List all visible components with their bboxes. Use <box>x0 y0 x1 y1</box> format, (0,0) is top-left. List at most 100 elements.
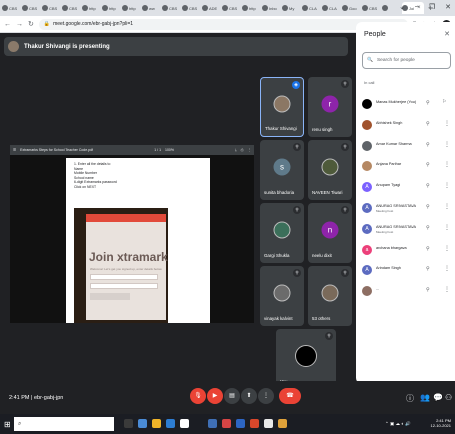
search-placeholder: Search for people <box>376 58 415 63</box>
task-view-icon[interactable] <box>124 419 133 428</box>
more-options-icon[interactable]: ⋮ <box>444 224 450 231</box>
browser-tab[interactable]: ww <box>142 2 161 14</box>
close-window-button[interactable]: ✕ <box>445 3 451 11</box>
browser-tab[interactable]: My <box>282 2 301 14</box>
participant-tile[interactable]: ◈ Thakur Shivangi <box>260 77 304 137</box>
taskbar-search-input[interactable]: ⌕ <box>14 417 114 431</box>
more-options-button[interactable]: ⋮ <box>258 388 274 404</box>
browser-tab[interactable]: ADE <box>202 2 221 14</box>
info-icon[interactable]: ⓘ <box>406 393 414 404</box>
mic-muted-icon[interactable]: ⚲ <box>426 121 430 127</box>
people-icon[interactable]: 👥 <box>420 393 430 402</box>
leave-call-button[interactable]: ☎ <box>279 388 301 404</box>
back-icon[interactable]: ← <box>4 21 11 28</box>
mic-muted-icon[interactable]: ⚲ <box>426 287 430 293</box>
more-options-icon[interactable]: ⋮ <box>444 141 450 148</box>
participant-tile[interactable]: s ⚲ sunita bhadoria <box>260 140 304 200</box>
participant-row[interactable]: a archana bhargava ⚲ ⋮ <box>356 241 455 262</box>
more-options-icon[interactable]: ⋮ <box>444 245 450 252</box>
forward-icon[interactable]: → <box>16 21 23 28</box>
participant-tile[interactable]: ⚲ 53 others <box>308 266 352 326</box>
browser-tab[interactable]: http <box>242 2 261 14</box>
browser-tab[interactable]: CBS <box>362 2 381 14</box>
pdf-reader-icon[interactable] <box>222 419 231 428</box>
edge-icon[interactable] <box>138 419 147 428</box>
word-icon[interactable] <box>236 419 245 428</box>
app2-icon[interactable] <box>278 419 287 428</box>
url-input[interactable]: 🔒 meet.google.com/ebr-gabj-jpn?pli=1 <box>38 18 408 30</box>
more-icon[interactable]: ⋮ <box>248 148 252 152</box>
mic-muted-icon[interactable]: ⚲ <box>426 225 430 231</box>
more-options-icon[interactable]: ⋮ <box>444 161 450 168</box>
more-options-icon[interactable]: ⋮ <box>444 265 450 272</box>
print-icon[interactable]: ⎙ <box>241 148 244 152</box>
mic-muted-icon[interactable]: ⚲ <box>426 246 430 252</box>
mic-muted-icon[interactable]: ⚲ <box>426 142 430 148</box>
participant-tile[interactable]: ⚲ vinayak kalvint <box>260 266 304 326</box>
browser-tab[interactable]: CBS <box>22 2 41 14</box>
captions-button[interactable]: ▤ <box>224 388 240 404</box>
more-options-icon[interactable]: ⋮ <box>444 120 450 127</box>
chat-icon[interactable]: 💬 <box>433 393 443 402</box>
participant-row[interactable]: ... ⚲ ⋮ <box>356 282 455 303</box>
file-explorer-icon[interactable] <box>152 419 161 428</box>
participant-tile[interactable]: ⚲You <box>276 329 336 389</box>
participant-row[interactable]: A ANURAG SRIVASTAVA Meeting host ⚲ ⋮ <box>356 199 455 220</box>
browser-tab[interactable]: CBS <box>182 2 201 14</box>
browser-tab[interactable]: CBS <box>42 2 61 14</box>
browser-tab[interactable]: http <box>82 2 101 14</box>
browser-tab[interactable]: Inbo <box>262 2 281 14</box>
more-options-icon[interactable]: ⋮ <box>444 182 450 189</box>
download-icon[interactable]: ⤓ <box>235 148 237 152</box>
participant-row[interactable]: Abhishek Singh ⚲ ⋮ <box>356 116 455 137</box>
participant-row[interactable]: A Arindam Singh ⚲ ⋮ <box>356 261 455 282</box>
camera-off-button[interactable]: ▶ <box>207 388 223 404</box>
pin-icon[interactable]: ⚐ <box>442 99 446 105</box>
lock-icon: 🔒 <box>43 21 51 27</box>
browser-tab[interactable]: Goo <box>342 2 361 14</box>
more-options-icon[interactable]: ⋮ <box>444 286 450 293</box>
mail-icon[interactable] <box>180 419 189 428</box>
participant-tile[interactable]: ⚲ NAVEEN Tiwari <box>308 140 352 200</box>
browser-tab[interactable]: CBS <box>62 2 81 14</box>
tab-label: http <box>89 5 96 11</box>
windows-start-icon[interactable]: ⊞ <box>4 420 11 429</box>
mic-muted-icon[interactable]: ⚲ <box>426 100 430 106</box>
mic-muted-icon[interactable]: ⚲ <box>426 204 430 210</box>
browser-tab[interactable]: http <box>122 2 141 14</box>
mic-muted-icon[interactable]: ⚲ <box>426 162 430 168</box>
participant-row[interactable]: Manas Mukherjee (You) ⚲ ⚐ <box>356 95 455 116</box>
participant-tile[interactable]: r ⚲ renu singh <box>308 77 352 137</box>
present-button[interactable]: ⬆ <box>241 388 257 404</box>
reload-icon[interactable]: ↻ <box>28 20 34 28</box>
browser-tab[interactable]: http <box>102 2 121 14</box>
participant-row[interactable]: A ANURAG SRIVASTAVA Meeting host ⚲ ⋮ <box>356 220 455 241</box>
store-icon[interactable] <box>166 419 175 428</box>
participant-row[interactable]: A Anupam Tyagi ⚲ ⋮ <box>356 178 455 199</box>
activities-icon[interactable]: ⚇ <box>445 393 452 402</box>
mic-muted-icon[interactable]: ⚲ <box>426 183 430 189</box>
tab-search-icon[interactable]: ⌄ <box>399 3 405 11</box>
close-panel-icon[interactable]: ✕ <box>444 30 450 38</box>
chrome-icon[interactable] <box>264 419 273 428</box>
browser-tab[interactable]: CLA <box>322 2 341 14</box>
app-icon[interactable] <box>208 419 217 428</box>
browser-tab[interactable]: CBS <box>162 2 181 14</box>
browser-tab[interactable]: CLA <box>302 2 321 14</box>
participant-row[interactable]: Amar Kumar Sharma ⚲ ⋮ <box>356 137 455 158</box>
people-search-input[interactable]: 🔍 Search for people <box>362 52 451 69</box>
maximize-button[interactable]: ❐ <box>429 3 435 11</box>
browser-tab[interactable]: CBS <box>222 2 241 14</box>
minimize-button[interactable]: – <box>415 3 419 11</box>
participant-name: Arindam Singh <box>376 266 401 271</box>
participant-tile[interactable]: n ⚲ neelu dixit <box>308 203 352 263</box>
participant-avatar <box>362 99 372 109</box>
menu-icon[interactable]: ☰ <box>13 148 16 152</box>
participant-row[interactable]: Anjana Parihar ⚲ ⋮ <box>356 157 455 178</box>
powerpoint-icon[interactable] <box>250 419 259 428</box>
more-options-icon[interactable]: ⋮ <box>444 203 450 210</box>
mic-muted-icon[interactable]: ⚲ <box>426 266 430 272</box>
browser-tab[interactable]: CBS <box>2 2 21 14</box>
mic-off-button[interactable]: 🎙 <box>190 388 206 404</box>
participant-tile[interactable]: ⚲ Gargi Shukla <box>260 203 304 263</box>
